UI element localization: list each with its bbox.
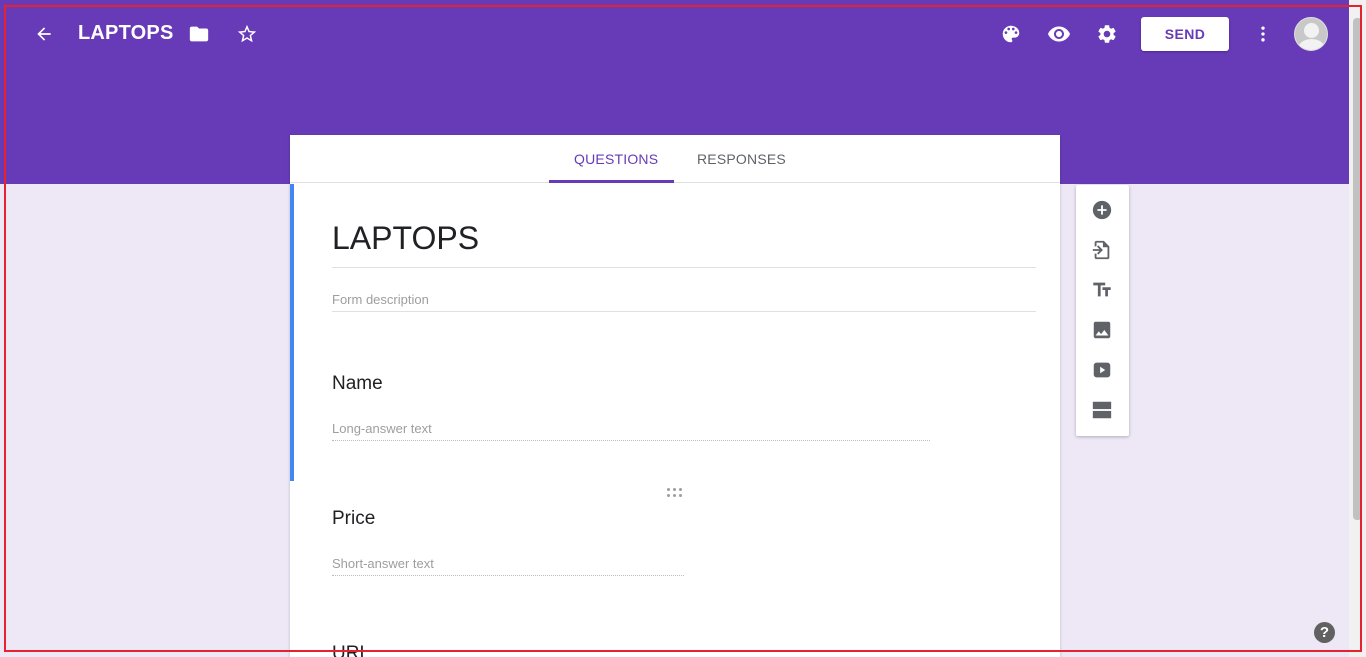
question-title-url[interactable]: URL xyxy=(332,643,370,657)
page-scrollbar[interactable] xyxy=(1349,0,1366,657)
drag-handle-icon[interactable] xyxy=(667,488,683,498)
add-title-icon[interactable] xyxy=(1090,278,1114,302)
title-underline xyxy=(332,267,1036,268)
settings-gear-icon[interactable] xyxy=(1087,14,1127,54)
question-hint-short-answer: Short-answer text xyxy=(332,556,434,571)
help-icon[interactable]: ? xyxy=(1314,622,1335,643)
long-answer-line xyxy=(332,440,930,441)
star-outline-icon[interactable] xyxy=(227,14,267,54)
scrollbar-thumb[interactable] xyxy=(1353,18,1362,520)
short-answer-line xyxy=(332,575,684,576)
question-title-price[interactable]: Price xyxy=(332,508,375,530)
question-hint-long-answer: Long-answer text xyxy=(332,421,432,436)
palette-icon[interactable] xyxy=(991,14,1031,54)
add-video-icon[interactable] xyxy=(1090,358,1114,382)
focus-accent-bar xyxy=(290,184,294,481)
add-image-icon[interactable] xyxy=(1090,318,1114,342)
form-title-section[interactable]: LAPTOPS Form description Name Long-answe… xyxy=(290,184,1060,481)
import-questions-icon[interactable] xyxy=(1090,238,1114,262)
description-underline xyxy=(332,311,1036,312)
more-vert-icon[interactable] xyxy=(1243,14,1283,54)
folder-icon[interactable] xyxy=(179,14,219,54)
add-question-icon[interactable] xyxy=(1090,198,1114,222)
tab-bar: QUESTIONS RESPONSES xyxy=(290,135,1060,183)
add-section-icon[interactable] xyxy=(1090,398,1114,422)
account-avatar[interactable] xyxy=(1294,17,1328,51)
avatar-head-shape xyxy=(1304,23,1319,38)
form-description-field[interactable]: Form description xyxy=(332,292,429,307)
form-editor-card: QUESTIONS RESPONSES LAPTOPS Form descrip… xyxy=(290,135,1060,657)
question-toolbar xyxy=(1076,185,1129,436)
tab-questions[interactable]: QUESTIONS xyxy=(574,151,658,167)
active-tab-indicator xyxy=(549,180,674,183)
send-button[interactable]: SEND xyxy=(1141,17,1229,51)
back-arrow-icon[interactable] xyxy=(24,14,64,54)
app-title: LAPTOPS xyxy=(78,22,174,44)
form-title[interactable]: LAPTOPS xyxy=(332,220,479,257)
tab-responses[interactable]: RESPONSES xyxy=(697,151,786,167)
preview-eye-icon[interactable] xyxy=(1039,14,1079,54)
avatar-body-shape xyxy=(1298,39,1325,50)
question-title-name[interactable]: Name xyxy=(332,373,383,395)
